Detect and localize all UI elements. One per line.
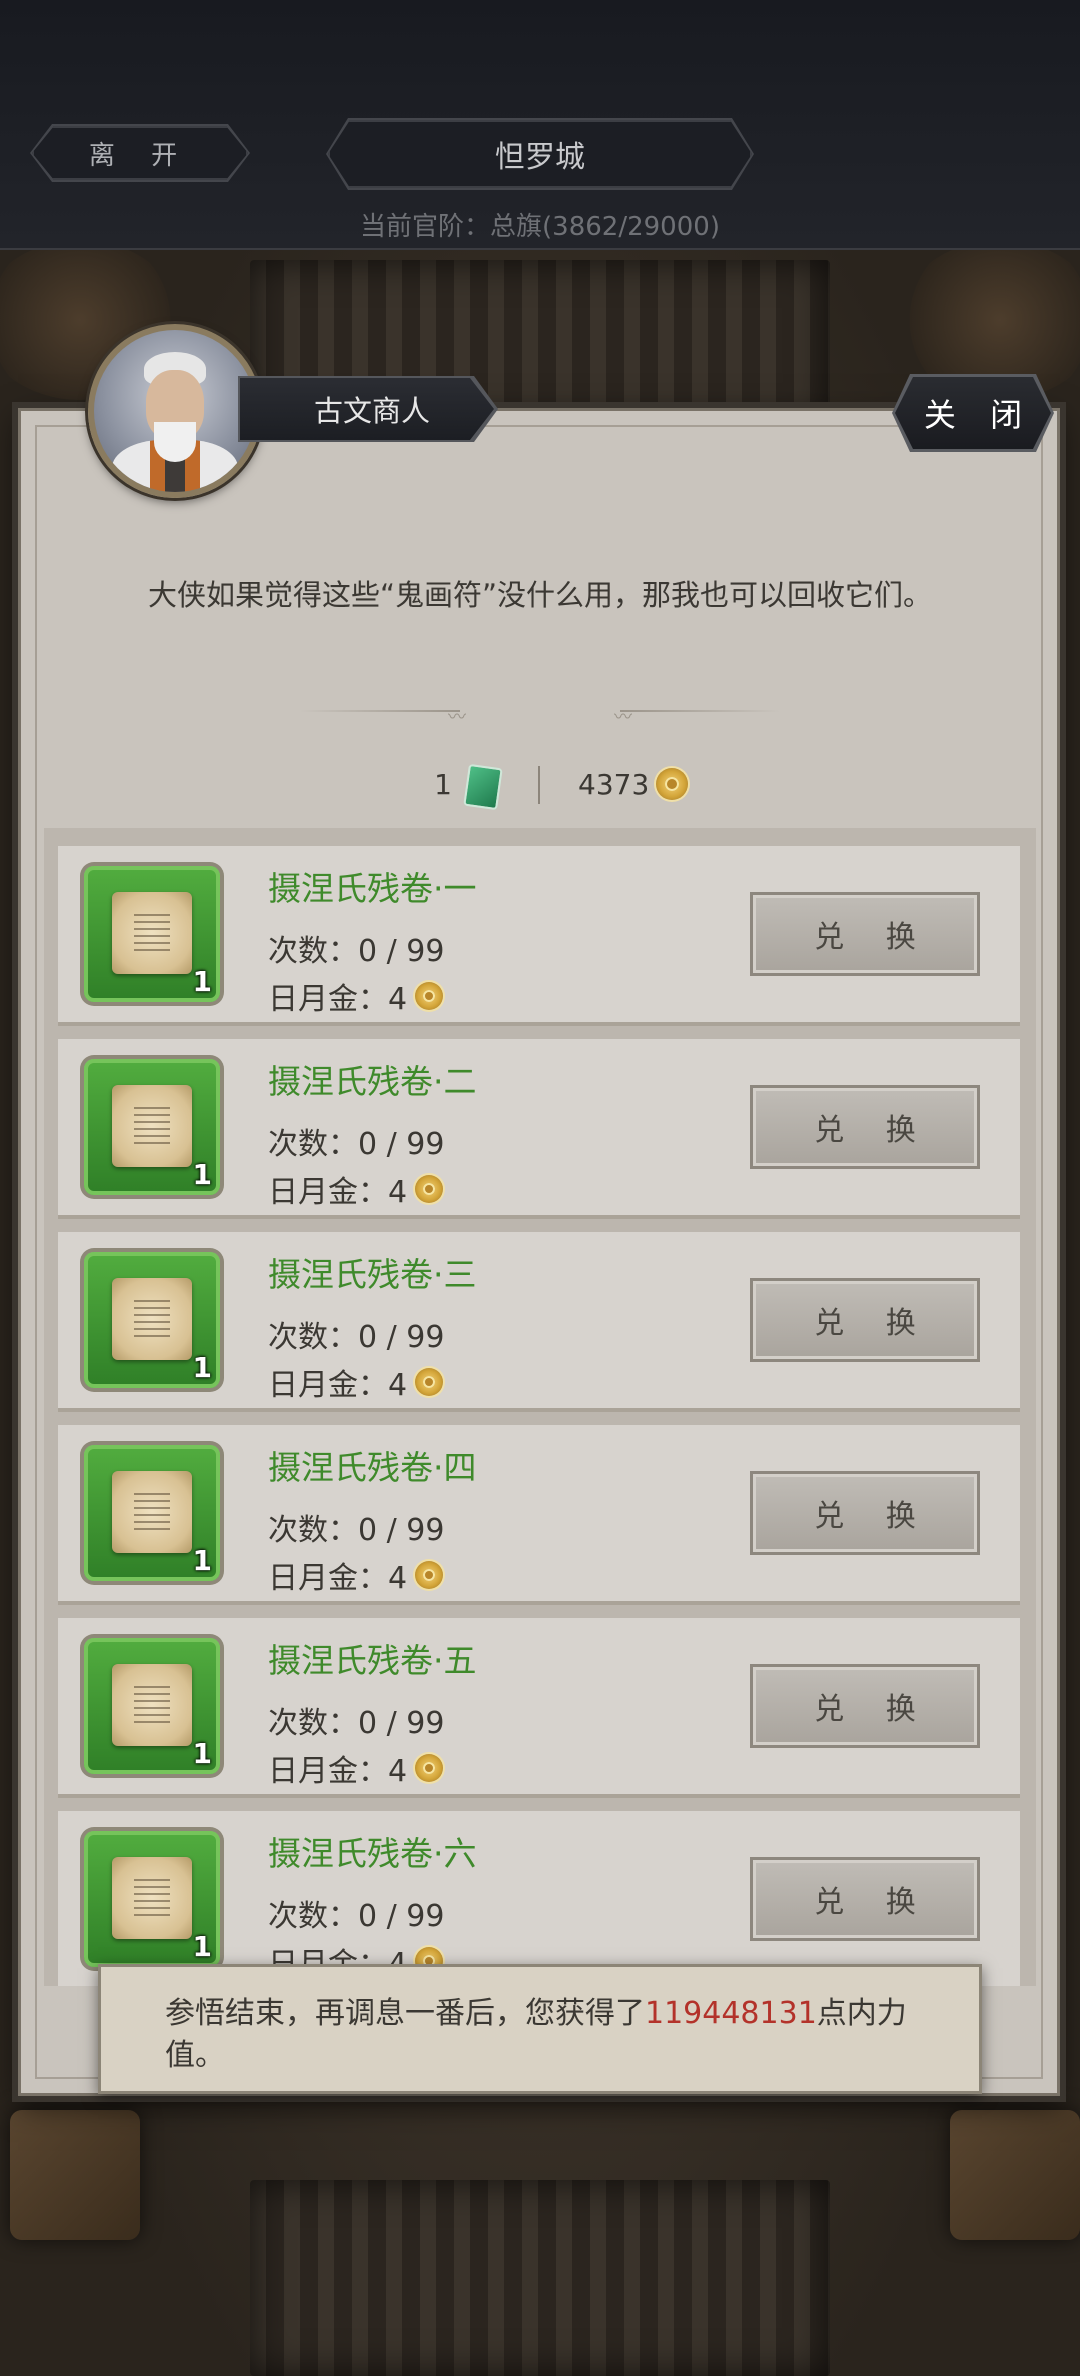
- item-cost: 日月金：4: [268, 1746, 444, 1790]
- close-button[interactable]: 关 闭: [895, 377, 1051, 449]
- official-rank-text: 当前官阶：总旗(3862/29000): [360, 212, 720, 242]
- item-name: 摄涅氏残卷·三: [268, 1255, 477, 1294]
- top-header: 离 开 怛罗城 当前官阶：总旗(3862/29000): [0, 0, 1080, 250]
- item-cost: 日月金：4: [268, 1360, 444, 1404]
- list-item: 1 摄涅氏残卷·六 次数：0 / 99 日月金：4 兑 换: [58, 1811, 1020, 1986]
- jade-token-icon: [463, 763, 503, 811]
- item-cost: 日月金：4: [268, 1167, 444, 1211]
- item-cost-label: 日月金：4: [268, 1368, 408, 1403]
- toast-value: 119448131: [645, 1996, 817, 2031]
- item-count: 次数：0 / 99: [268, 1127, 445, 1162]
- merchant-dialogue-text: 大侠如果觉得这些“鬼画符”没什么用，那我也可以回收它们。: [147, 578, 933, 612]
- scroll-icon: [112, 1471, 192, 1553]
- portrait-beard: [154, 422, 196, 462]
- item-name: 摄涅氏残卷·六: [268, 1834, 477, 1873]
- item-quantity: 1: [192, 1351, 212, 1384]
- gold-coin-icon: [415, 982, 444, 1010]
- scroll-item-icon[interactable]: 1: [84, 1252, 220, 1388]
- toast-prefix: 参悟结束，再调息一番后，您获得了: [165, 1996, 645, 2031]
- scroll-icon: [112, 892, 192, 974]
- jade-count: 1: [434, 768, 452, 801]
- exchange-button[interactable]: 兑 换: [750, 892, 980, 976]
- item-cost: 日月金：4: [268, 974, 444, 1018]
- currency-row: 1 4373: [0, 760, 1080, 811]
- item-count: 次数：0 / 99: [268, 934, 445, 969]
- toast-notification: 参悟结束，再调息一番后，您获得了119448131点内力值。: [98, 1964, 982, 2094]
- item-count: 次数：0 / 99: [268, 1899, 445, 1934]
- item-cost-label: 日月金：4: [268, 1175, 408, 1210]
- exchange-button[interactable]: 兑 换: [750, 1471, 980, 1555]
- exchange-button[interactable]: 兑 换: [750, 1664, 980, 1748]
- barrel-right: [950, 2110, 1080, 2240]
- exchange-item-list[interactable]: 1 摄涅氏残卷·一 次数：0 / 99 日月金：4 兑 换 1 摄涅氏残卷·二 …: [44, 828, 1036, 1986]
- item-name: 摄涅氏残卷·四: [268, 1448, 477, 1487]
- item-quantity: 1: [192, 1930, 212, 1963]
- currency-divider: [538, 766, 540, 804]
- item-count: 次数：0 / 99: [268, 1513, 445, 1548]
- list-item: 1 摄涅氏残卷·一 次数：0 / 99 日月金：4 兑 换: [58, 846, 1020, 1026]
- gold-count: 4373: [578, 768, 650, 801]
- gold-coin-icon: [415, 1368, 444, 1396]
- item-cost: 日月金：4: [268, 1553, 444, 1597]
- npc-name-label: 古文商人: [240, 378, 494, 440]
- item-name: 摄涅氏残卷·一: [268, 869, 477, 908]
- list-item: 1 摄涅氏残卷·二 次数：0 / 99 日月金：4 兑 换: [58, 1039, 1020, 1219]
- scroll-item-icon[interactable]: 1: [84, 1831, 220, 1967]
- item-quantity: 1: [192, 1158, 212, 1191]
- barrel-left: [10, 2110, 140, 2240]
- leave-button[interactable]: 离 开: [32, 126, 248, 180]
- item-name: 摄涅氏残卷·五: [268, 1641, 477, 1680]
- exchange-button[interactable]: 兑 换: [750, 1857, 980, 1941]
- ornament-divider-right: 〰: [614, 707, 780, 728]
- city-title: 怛罗城: [328, 120, 752, 188]
- exchange-button[interactable]: 兑 换: [750, 1085, 980, 1169]
- item-cost-label: 日月金：4: [268, 1754, 408, 1789]
- gate-bottom: [250, 2180, 830, 2376]
- scroll-item-icon[interactable]: 1: [84, 1445, 220, 1581]
- scroll-icon: [112, 1857, 192, 1939]
- scroll-item-icon[interactable]: 1: [84, 1638, 220, 1774]
- item-cost-label: 日月金：4: [268, 982, 408, 1017]
- gold-coin-icon: [415, 1561, 444, 1589]
- item-count: 次数：0 / 99: [268, 1706, 445, 1741]
- item-cost-label: 日月金：4: [268, 1561, 408, 1596]
- scroll-icon: [112, 1085, 192, 1167]
- ornament-divider-left: 〰: [300, 707, 466, 728]
- gold-coin-icon: [415, 1175, 444, 1203]
- item-count: 次数：0 / 99: [268, 1320, 445, 1355]
- item-quantity: 1: [192, 1544, 212, 1577]
- item-quantity: 1: [192, 965, 212, 998]
- gold-coin-icon: [415, 1754, 444, 1782]
- scroll-icon: [112, 1278, 192, 1360]
- gold-coin-icon: [656, 768, 688, 800]
- item-name: 摄涅氏残卷·二: [268, 1062, 477, 1101]
- exchange-button[interactable]: 兑 换: [750, 1278, 980, 1362]
- scroll-item-icon[interactable]: 1: [84, 866, 220, 1002]
- list-item: 1 摄涅氏残卷·四 次数：0 / 99 日月金：4 兑 换: [58, 1425, 1020, 1605]
- scroll-icon: [112, 1664, 192, 1746]
- scroll-item-icon[interactable]: 1: [84, 1059, 220, 1195]
- item-quantity: 1: [192, 1737, 212, 1770]
- list-item: 1 摄涅氏残卷·三 次数：0 / 99 日月金：4 兑 换: [58, 1232, 1020, 1412]
- merchant-portrait-avatar: [88, 324, 262, 498]
- list-item: 1 摄涅氏残卷·五 次数：0 / 99 日月金：4 兑 换: [58, 1618, 1020, 1798]
